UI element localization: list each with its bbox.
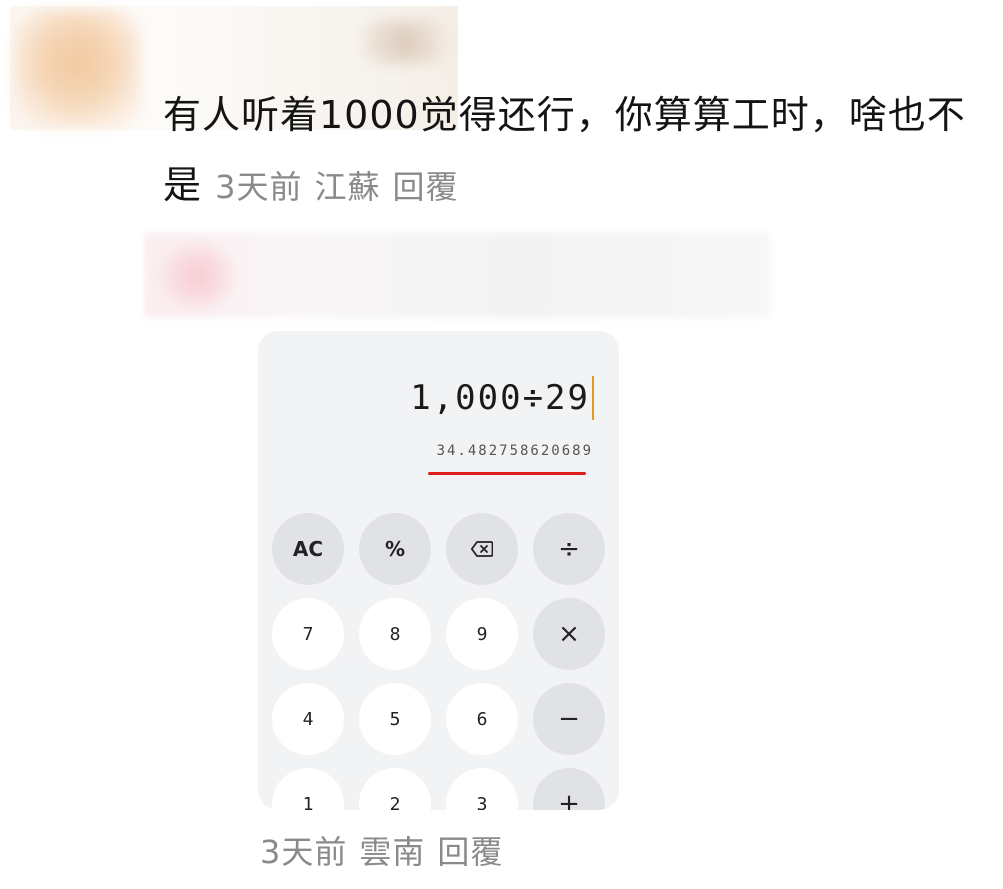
digit-7-key: 7 xyxy=(272,598,344,670)
digit-4-key: 4 xyxy=(272,683,344,755)
calc-result: 34.482758620689 xyxy=(436,443,593,459)
calc-expression: 1,000÷29 xyxy=(410,376,594,420)
digit-9-key: 9 xyxy=(446,598,518,670)
reply-location: 雲南 xyxy=(359,833,426,871)
backspace-key xyxy=(446,513,518,585)
reply-button[interactable]: 回覆 xyxy=(393,168,459,206)
backspace-icon xyxy=(471,541,493,557)
ac-key: AC xyxy=(272,513,344,585)
reply-button-2[interactable]: 回覆 xyxy=(437,833,503,871)
reply-meta: 3天前 雲南 回覆 xyxy=(260,830,503,874)
comment-meta: 3天前 江蘇 回覆 xyxy=(215,168,458,206)
blurred-avatar xyxy=(14,10,140,128)
blurred-reply-avatar xyxy=(160,245,234,307)
blurred-username xyxy=(360,20,450,64)
comment-body: 有人听着1000觉得还行，你算算工时，啥也不是 3天前 江蘇 回覆 xyxy=(163,80,993,222)
text-caret xyxy=(592,376,594,420)
divide-key: ÷ xyxy=(533,513,605,585)
comment-location: 江蘇 xyxy=(314,168,381,206)
multiply-key: × xyxy=(533,598,605,670)
red-underline-annotation xyxy=(428,472,586,475)
minus-key: − xyxy=(533,683,605,755)
calculator-image[interactable]: 1,000÷29 34.482758620689 AC % ÷ 7 8 9 × … xyxy=(258,331,619,810)
reply-time: 3天前 xyxy=(260,833,348,871)
digit-3-key: 3 xyxy=(446,768,518,810)
percent-key: % xyxy=(359,513,431,585)
digit-6-key: 6 xyxy=(446,683,518,755)
plus-key: + xyxy=(533,768,605,810)
comment-time: 3天前 xyxy=(215,168,303,206)
digit-5-key: 5 xyxy=(359,683,431,755)
blurred-reply-header xyxy=(144,232,770,318)
digit-8-key: 8 xyxy=(359,598,431,670)
digit-2-key: 2 xyxy=(359,768,431,810)
calc-expression-text: 1,000÷29 xyxy=(410,378,590,418)
digit-1-key: 1 xyxy=(272,768,344,810)
